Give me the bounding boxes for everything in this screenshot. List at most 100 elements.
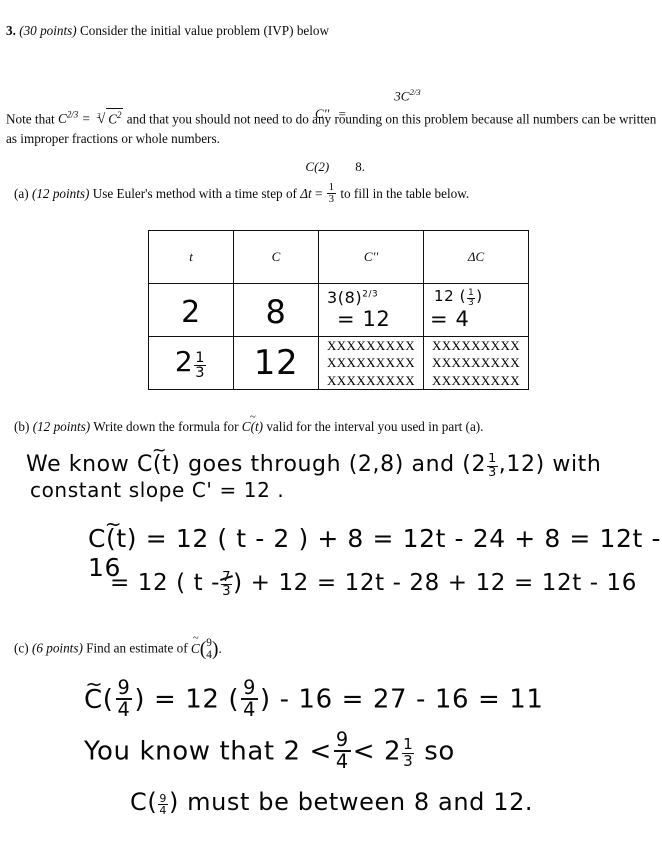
t-row2-fraction: 13: [194, 350, 207, 382]
dc-row1-denominator: 3: [468, 297, 475, 308]
part-b-text-after: valid for the interval you used in part …: [266, 419, 484, 434]
b-line4-fraction: 73: [221, 569, 233, 600]
blocked-line: XXXXXXXXX: [431, 338, 521, 354]
handwritten-c-line3: C(9 4) must be between 8 and 12.: [130, 788, 534, 818]
handwritten-b-line2: constant slope C' = 12 .: [30, 478, 285, 502]
part-a-prompt: (a) (12 points) Use Euler's method with …: [14, 181, 659, 206]
blocked-line: XXXXXXXXX: [431, 355, 521, 371]
b-line1-function: ~ C(t): [137, 442, 181, 477]
exam-page: 3. (30 points) Consider the initial valu…: [0, 0, 662, 845]
blocked-line: XXXXXXXXX: [326, 372, 416, 388]
c-line1-argument-fraction: 94: [115, 678, 133, 721]
c-line2-second-fraction: 13: [402, 737, 415, 770]
note-inline-math: C2/3 = 3√ C2: [58, 108, 127, 129]
b-line3-function: ~ C(t): [88, 514, 137, 553]
handwritten-b-line4: = 12 ( t -7 3) + 12 = 12t - 28 + 12 = 12t…: [110, 570, 662, 599]
handwritten-b-line1: We know ~ C(t) goes through (2,8) and (2 1…: [26, 442, 646, 480]
part-b-function-symbol: ~ C(t): [242, 412, 263, 436]
tilde-accent-icon: ~: [104, 511, 123, 536]
problem-points: (30 points): [19, 23, 77, 38]
tilde-accent-icon: ~: [192, 633, 199, 645]
ivp-initial-condition-value: 8.: [355, 158, 366, 174]
euler-table-wrapper: t C C'' ΔC 2 8 3(8)2/3 = 12 12 (1 3) =…: [148, 230, 529, 395]
handwritten-dc-row1: 12 (1 3) = 4: [424, 287, 528, 332]
timestep-denominator: 3: [328, 193, 335, 206]
note-equals: =: [81, 111, 91, 127]
handwritten-c-row2: 12: [253, 343, 299, 383]
blocked-line: XXXXXXXXX: [326, 355, 416, 371]
header-cell-t: t: [148, 230, 234, 284]
ivp-rhs-exponent: 2/3: [409, 87, 421, 98]
header-cell-c-double-prime: C'': [318, 230, 424, 284]
cell-cpp-row2: XXXXXXXXX XXXXXXXXX XXXXXXXXX: [318, 336, 424, 390]
part-c-prompt: (c) (6 points) Find an estimate of ~ C(9 4…: [14, 634, 659, 662]
c-line2-tail: so: [424, 736, 455, 767]
part-c-text-after: .: [218, 640, 222, 656]
note-lhs-exponent: 2/3: [66, 110, 79, 120]
tilde-accent-icon: ~: [85, 671, 104, 696]
part-c-function-math: ~ C(9 4).: [191, 634, 222, 661]
handwritten-t-row1: 2: [181, 294, 201, 330]
dc-row1-tail: ): [476, 287, 483, 306]
dc-row1-lead: 12 (: [434, 287, 467, 306]
radical-icon: 3√: [96, 110, 106, 127]
t-row2-denominator: 3: [195, 364, 206, 382]
header-cell-c: C: [233, 230, 319, 284]
table-row: 213 12 XXXXXXXXX XXXXXXXXX XXXXXXXXX XXX…: [148, 336, 529, 390]
c-line1-mid: ) = 12 (: [134, 684, 240, 715]
tilde-accent-icon: ~: [151, 440, 168, 461]
handwritten-c-line1: ~ C(9 4) = 12 (9 4) - 16 = 27 - 16 = 11: [84, 671, 544, 721]
timestep-equals: =: [314, 185, 323, 201]
b-line1-lead: We know: [26, 452, 130, 477]
c-line2-denominator: 4: [335, 749, 349, 773]
c-line1-tail: ) - 16 = 27 - 16 = 11: [259, 684, 544, 715]
cpp-row1-line2: = 12: [337, 307, 391, 332]
left-paren-icon: (: [199, 637, 207, 660]
part-b-points: (12 points): [32, 419, 91, 434]
cell-dc-row1: 12 (1 3) = 4: [423, 283, 529, 337]
part-b-text-before: Write down the formula for: [93, 419, 239, 434]
problem-stem: Consider the initial value problem (IVP)…: [80, 23, 330, 38]
part-b-prompt: (b) (12 points) Write down the formula f…: [14, 412, 659, 436]
problem-number: 3.: [6, 23, 16, 38]
c-line1-function: ~ C: [84, 673, 103, 714]
b-line4-numerator: 7: [221, 569, 233, 586]
c-line1-numerator-2: 9: [241, 676, 258, 700]
c-line2-denominator-2: 3: [403, 751, 414, 770]
cell-dc-row2: XXXXXXXXX XXXXXXXXX XXXXXXXXX: [423, 336, 529, 390]
part-a-text-after: to fill in the table below.: [340, 185, 470, 201]
part-b-label: (b): [14, 419, 30, 434]
cpp-row1-base: 3(8): [327, 287, 363, 307]
handwritten-c-row1: 8: [265, 293, 287, 331]
radicand: C2: [106, 108, 124, 129]
euler-table: t C C'' ΔC 2 8 3(8)2/3 = 12 12 (1 3) =…: [148, 230, 529, 390]
delta-t-symbol: Δt: [300, 185, 312, 201]
cell-c-row2: 12: [233, 336, 319, 390]
header-cell-delta-c: ΔC: [423, 230, 529, 284]
b-line1-mid: goes through (2,8) and (2: [188, 452, 487, 477]
c-line3-argument-fraction: 94: [158, 793, 168, 816]
c-line2-fraction: 94: [333, 730, 351, 773]
c-line1-denominator: 4: [117, 697, 131, 721]
c-line3-denominator: 4: [159, 804, 167, 818]
cell-t-row1: 2: [148, 283, 234, 337]
part-a-points: (12 points): [31, 185, 90, 201]
part-c-points: (6 points): [31, 640, 83, 656]
c-line3-function-label: C: [130, 788, 148, 816]
note-text-leading: Note that: [6, 111, 55, 127]
b-line4-denominator: 3: [222, 584, 232, 600]
part-c-label: (c): [14, 640, 29, 656]
right-paren-icon: ): [211, 637, 219, 660]
dc-row1-line1: 12 (1 3): [434, 287, 528, 307]
handwritten-c-line2: You know that 2 <9 4 < 213 so: [84, 730, 644, 771]
note-lhs-base: C: [58, 111, 67, 127]
blocked-line: XXXXXXXXX: [431, 372, 521, 388]
problem-statement: 3. (30 points) Consider the initial valu…: [6, 22, 656, 40]
c-line2-lead: You know that 2 <: [84, 736, 332, 767]
part-a-text-before: Use Euler's method with a time step of: [92, 185, 297, 201]
table-header-row: t C C'' ΔC: [148, 230, 529, 284]
b-line4-lead: = 12 ( t -: [110, 570, 221, 596]
c-line3-tail: ) must be between 8 and 12.: [168, 788, 534, 816]
t-row2-whole: 2: [174, 345, 194, 379]
c-line1-denominator-2: 4: [243, 697, 256, 721]
